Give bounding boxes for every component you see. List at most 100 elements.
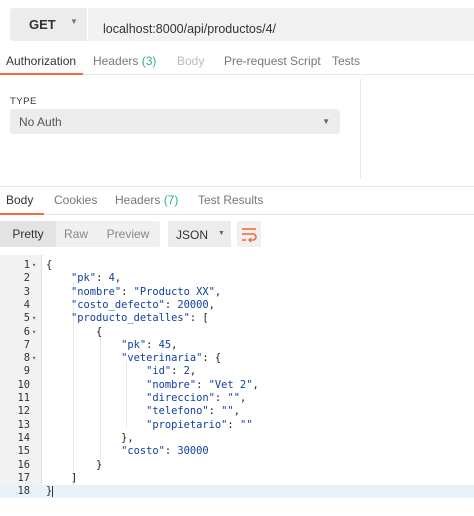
tab-label: Pre-request Script — [224, 54, 321, 68]
line-number: 12 — [17, 405, 30, 418]
line-number: 7 — [23, 338, 30, 351]
wrap-lines-icon — [242, 228, 257, 243]
response-tabs: Body Cookies Headers (7) Test Results — [0, 186, 474, 215]
chevron-down-icon: ▼ — [218, 230, 225, 237]
line-number: 16 — [17, 458, 30, 471]
code-text: } — [46, 485, 54, 498]
tab-test-results[interactable]: Test Results — [198, 193, 263, 207]
tab-tests[interactable]: Tests — [332, 54, 360, 68]
url-input[interactable] — [88, 8, 474, 41]
code-text: "nombre": "Producto XX", — [71, 285, 222, 298]
line-number: 5 — [23, 312, 30, 325]
format-value: JSON — [176, 228, 209, 242]
view-mode-group: Pretty Raw Preview — [0, 221, 160, 247]
code-line: 16 } — [0, 459, 474, 472]
code-line: 18} — [0, 485, 474, 499]
preview-button[interactable]: Preview — [96, 221, 160, 247]
code-line: 10 "nombre": "Vet 2", — [0, 379, 474, 392]
code-line: 11 "direccion": "", — [0, 392, 474, 405]
tab-label: Tests — [332, 54, 361, 68]
code-line: 3 "nombre": "Producto XX", — [0, 286, 474, 299]
tab-pre-request-script[interactable]: Pre-request Script — [224, 54, 321, 68]
tab-label: Test Results — [198, 193, 264, 207]
line-number: 15 — [17, 445, 30, 458]
code-text: "direccion": "", — [146, 392, 247, 404]
line-number: 17 — [17, 471, 30, 484]
code-text: "pk": 45, — [121, 338, 178, 351]
code-line: 5 ▾ "producto_detalles": [ — [0, 312, 474, 325]
code-text: "veterinaria": { — [121, 352, 222, 365]
auth-type-value: No Auth — [19, 115, 62, 129]
tab-label: Headers — [93, 54, 139, 68]
code-line: 1 ▾ { — [0, 259, 474, 272]
tab-response-body[interactable]: Body — [0, 193, 45, 215]
text-cursor — [52, 485, 54, 497]
headers-count-badge: (3) — [141, 54, 157, 68]
line-number: 13 — [17, 418, 30, 431]
chevron-down-icon: ▼ — [322, 117, 330, 126]
code-line: 12 "telefono": "", — [0, 405, 474, 418]
auth-type-label: TYPE — [10, 96, 37, 107]
line-number: 4 — [23, 298, 30, 311]
tab-cookies[interactable]: Cookies — [54, 193, 97, 207]
line-number: 10 — [17, 378, 30, 391]
line-number: 1 — [23, 259, 30, 271]
code-text: "costo": 30000 — [121, 445, 209, 458]
code-line: 2 "pk": 4, — [0, 272, 474, 285]
active-tab-indicator — [0, 213, 45, 215]
code-line: 15 "costo": 30000 — [0, 445, 474, 458]
line-number: 6 — [23, 325, 30, 338]
auth-type-select[interactable]: No Auth ▼ — [10, 109, 340, 134]
line-number: 14 — [17, 431, 30, 444]
chevron-down-icon: ▼ — [70, 17, 78, 26]
line-number: 3 — [23, 285, 30, 298]
code-line: 13 "propietario": "" — [0, 419, 474, 432]
tab-label: Body — [6, 193, 34, 207]
code-text: { — [46, 259, 53, 271]
line-number: 18 — [17, 485, 30, 498]
tab-label: Authorization — [6, 54, 77, 68]
fold-toggle-icon[interactable]: ▾ — [32, 352, 36, 365]
fold-toggle-icon[interactable]: ▾ — [32, 259, 36, 272]
active-tab-indicator — [0, 73, 84, 75]
code-line: 6 ▾ { — [0, 326, 474, 339]
line-number: 8 — [23, 352, 30, 365]
tab-authorization[interactable]: Authorization — [0, 54, 84, 75]
format-select[interactable]: JSON ▼ — [168, 221, 231, 247]
code-line: 7 "pk": 45, — [0, 339, 474, 352]
code-line: 9 "id": 2, — [0, 365, 474, 378]
tab-label: Headers — [115, 193, 161, 207]
pretty-button[interactable]: Pretty — [0, 221, 56, 247]
wrap-lines-button[interactable] — [237, 221, 261, 247]
response-body-editor[interactable]: 1 ▾{2 "pk": 4, 3 "nombre": "Producto XX", 4… — [0, 255, 474, 499]
code-text: "id": 2, — [146, 365, 197, 378]
request-bar: GET ▼ — [0, 0, 474, 50]
tab-label: Cookies — [54, 193, 98, 207]
code-text: "producto_detalles": [ — [71, 312, 209, 325]
code-text: ] — [46, 471, 78, 484]
tab-body[interactable]: Body — [177, 54, 204, 68]
code-line: 8 ▾ "veterinaria": { — [0, 352, 474, 365]
code-line: 14 }, — [0, 432, 474, 445]
headers-count-badge: (7) — [163, 193, 179, 207]
response-toolbar: Pretty Raw Preview JSON ▼ — [0, 221, 474, 249]
code-line: 17 ] — [0, 472, 474, 485]
method-select[interactable]: GET ▼ — [10, 8, 87, 41]
code-text: }, — [46, 431, 134, 444]
code-text: "pk": 4, — [71, 272, 122, 285]
tab-headers[interactable]: Headers (3) — [93, 54, 156, 68]
code-text: "telefono": "", — [146, 405, 240, 418]
fold-toggle-icon[interactable]: ▾ — [32, 312, 36, 325]
code-text: { — [46, 325, 103, 338]
code-text: "costo_defecto": 20000, — [71, 298, 215, 311]
line-number: 11 — [17, 392, 30, 404]
line-number: 2 — [23, 272, 30, 285]
request-tabs: Authorization Headers (3) Body Pre-reque… — [0, 48, 474, 75]
raw-button[interactable]: Raw — [56, 221, 96, 247]
tab-response-headers[interactable]: Headers (7) — [115, 193, 178, 207]
line-number: 9 — [23, 365, 30, 378]
code-text: "propietario": "" — [146, 418, 253, 431]
fold-toggle-icon[interactable]: ▾ — [32, 326, 36, 339]
code-text: "nombre": "Vet 2", — [146, 378, 259, 391]
method-label: GET — [29, 17, 56, 32]
